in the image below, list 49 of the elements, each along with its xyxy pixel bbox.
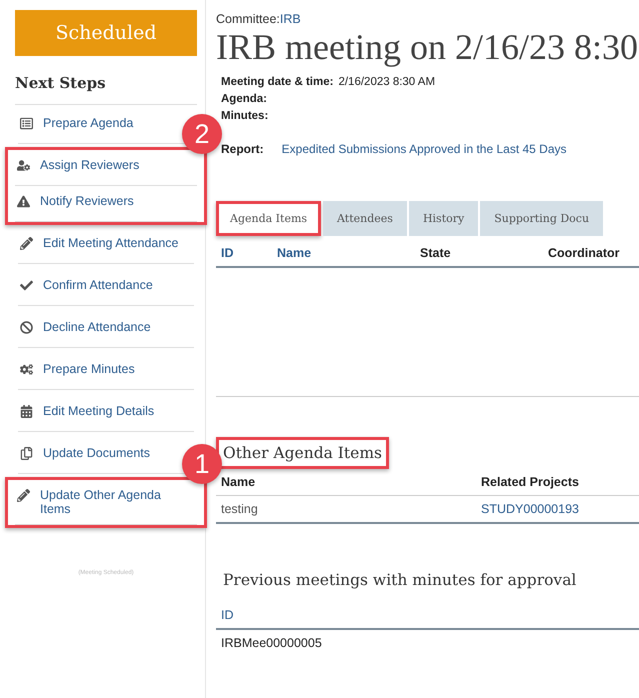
step-icon: [20, 363, 33, 376]
next-step-link[interactable]: Update Documents: [20, 446, 150, 460]
callout-badge: 2: [182, 114, 222, 154]
step-icon: [20, 117, 33, 130]
section-title: Previous meetings with minutes for approval: [222, 570, 578, 591]
column-header: Name: [221, 475, 256, 489]
committee-label: Committee:IRB: [216, 12, 302, 26]
next-step-link[interactable]: Decline Attendance: [20, 320, 151, 334]
table-cell-text: testing: [221, 502, 259, 516]
next-step-link[interactable]: Prepare Agenda: [20, 116, 134, 130]
column-header: Related Projects: [481, 475, 580, 489]
tab[interactable]: History: [408, 201, 478, 236]
step-icon: [17, 489, 30, 502]
step-icon: [20, 237, 33, 250]
project-link[interactable]: STUDY00000193: [481, 502, 634, 516]
field-label: Report:: [221, 142, 264, 156]
column-header[interactable]: Name: [277, 246, 420, 260]
step-icon: [20, 321, 33, 334]
next-step-link[interactable]: Update Other Agenda Items: [17, 488, 185, 516]
step-icon: [17, 195, 30, 208]
column-header: Coordinator: [548, 246, 621, 260]
table-cell-text: IRBMee00000005: [221, 636, 323, 650]
tab[interactable]: Supporting Docu: [480, 201, 604, 236]
column-header[interactable]: ID: [221, 608, 481, 622]
committee-link[interactable]: IRB: [280, 12, 301, 26]
report-link[interactable]: Expedited Submissions Approved in the Last 45 Days: [282, 142, 567, 156]
field-value: 2/16/2023 8:30 AM: [338, 75, 436, 90]
column-header[interactable]: ID: [221, 246, 277, 260]
step-icon: [20, 447, 33, 460]
page-title: IRB meeting on 2/16/23 8:30: [216, 26, 639, 68]
field-label: Agenda:: [221, 92, 267, 107]
field-label: Minutes:: [221, 109, 268, 124]
column-header: State: [420, 246, 452, 260]
step-icon: [20, 405, 33, 418]
next-step-link[interactable]: Edit Meeting Attendance: [20, 236, 179, 250]
tab[interactable]: Agenda Items: [216, 201, 322, 236]
next-step-link[interactable]: Notify Reviewers: [17, 194, 134, 208]
tab[interactable]: Attendees: [323, 201, 407, 236]
section-title: Next Steps: [15, 74, 107, 92]
callout-badge: 1: [182, 444, 222, 484]
step-icon: [20, 279, 33, 292]
next-step-link[interactable]: Prepare Minutes: [20, 362, 135, 376]
next-step-link[interactable]: Confirm Attendance: [20, 278, 153, 292]
next-step-link[interactable]: Assign Reviewers: [17, 158, 140, 172]
next-step-link[interactable]: Edit Meeting Details: [20, 404, 154, 418]
section-title: Other Agenda Items: [216, 437, 389, 469]
field-label: Meeting date & time:: [221, 75, 334, 90]
step-icon: [17, 159, 30, 172]
status-badge: Scheduled: [15, 10, 197, 56]
